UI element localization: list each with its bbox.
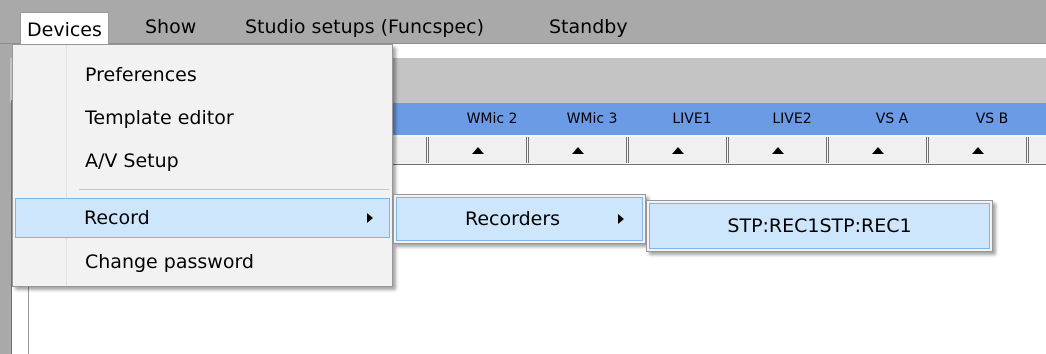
up-arrow-icon xyxy=(971,146,984,154)
recorders-submenu: STP:REC1STP:REC1 xyxy=(646,200,993,252)
menu-item-label: A/V Setup xyxy=(85,150,179,172)
channel-label-wmic2: WMic 2 xyxy=(466,111,518,127)
up-arrow-icon xyxy=(771,146,784,154)
channel-label-live1: LIVE1 xyxy=(672,111,712,127)
menu-item-template-editor[interactable]: Template editor xyxy=(15,99,390,137)
channel-label-vsa: VS A xyxy=(875,111,909,127)
menu-item-label: Record xyxy=(84,207,150,229)
channel-label-vsb: VS B xyxy=(975,111,1009,127)
channel-up-button[interactable] xyxy=(628,137,727,163)
menu-item-recorder-stp-rec1[interactable]: STP:REC1STP:REC1 xyxy=(649,203,990,249)
record-submenu: Recorders xyxy=(393,194,646,244)
channel-up-button[interactable] xyxy=(1028,137,1046,163)
submenu-arrow-icon xyxy=(367,213,373,223)
menu-show[interactable]: Show xyxy=(139,10,202,44)
channel-up-button[interactable] xyxy=(828,137,927,163)
menu-item-label: STP:REC1STP:REC1 xyxy=(727,215,912,237)
menu-item-label: Template editor xyxy=(85,107,234,129)
devices-menu: Preferences Template editor A/V Setup Re… xyxy=(12,44,393,287)
submenu-arrow-icon xyxy=(618,214,624,224)
menu-standby[interactable]: Standby xyxy=(543,10,634,44)
menu-item-av-setup[interactable]: A/V Setup xyxy=(15,142,390,180)
menu-separator xyxy=(79,189,389,190)
up-arrow-icon xyxy=(471,146,484,154)
channel-button-row xyxy=(328,135,1046,165)
channel-up-button[interactable] xyxy=(728,137,827,163)
channel-up-button[interactable] xyxy=(928,137,1027,163)
up-arrow-icon xyxy=(671,146,684,154)
channel-header: 1 WMic 2 WMic 3 LIVE1 LIVE2 VS A VS B xyxy=(370,103,1046,135)
menu-item-record[interactable]: Record xyxy=(15,198,390,238)
menu-item-recorders[interactable]: Recorders xyxy=(396,197,643,241)
menu-item-label: Change password xyxy=(85,251,254,273)
channel-up-button[interactable] xyxy=(528,137,627,163)
channel-label-wmic3: WMic 3 xyxy=(566,111,618,127)
up-arrow-icon xyxy=(871,146,884,154)
menu-devices[interactable]: Devices xyxy=(20,12,109,45)
up-arrow-icon xyxy=(571,146,584,154)
menu-item-label: Recorders xyxy=(465,208,561,230)
menu-item-preferences[interactable]: Preferences xyxy=(15,56,390,94)
channel-label-live2: LIVE2 xyxy=(772,111,812,127)
menu-bar: Devices Show Studio setups (Funcspec) St… xyxy=(0,0,1046,45)
menu-item-change-password[interactable]: Change password xyxy=(15,243,390,281)
app-window: Devices Show Studio setups (Funcspec) St… xyxy=(0,0,1046,354)
channel-up-button[interactable] xyxy=(428,137,527,163)
menu-item-label: Preferences xyxy=(85,64,197,86)
menu-studio-setups[interactable]: Studio setups (Funcspec) xyxy=(239,10,490,44)
